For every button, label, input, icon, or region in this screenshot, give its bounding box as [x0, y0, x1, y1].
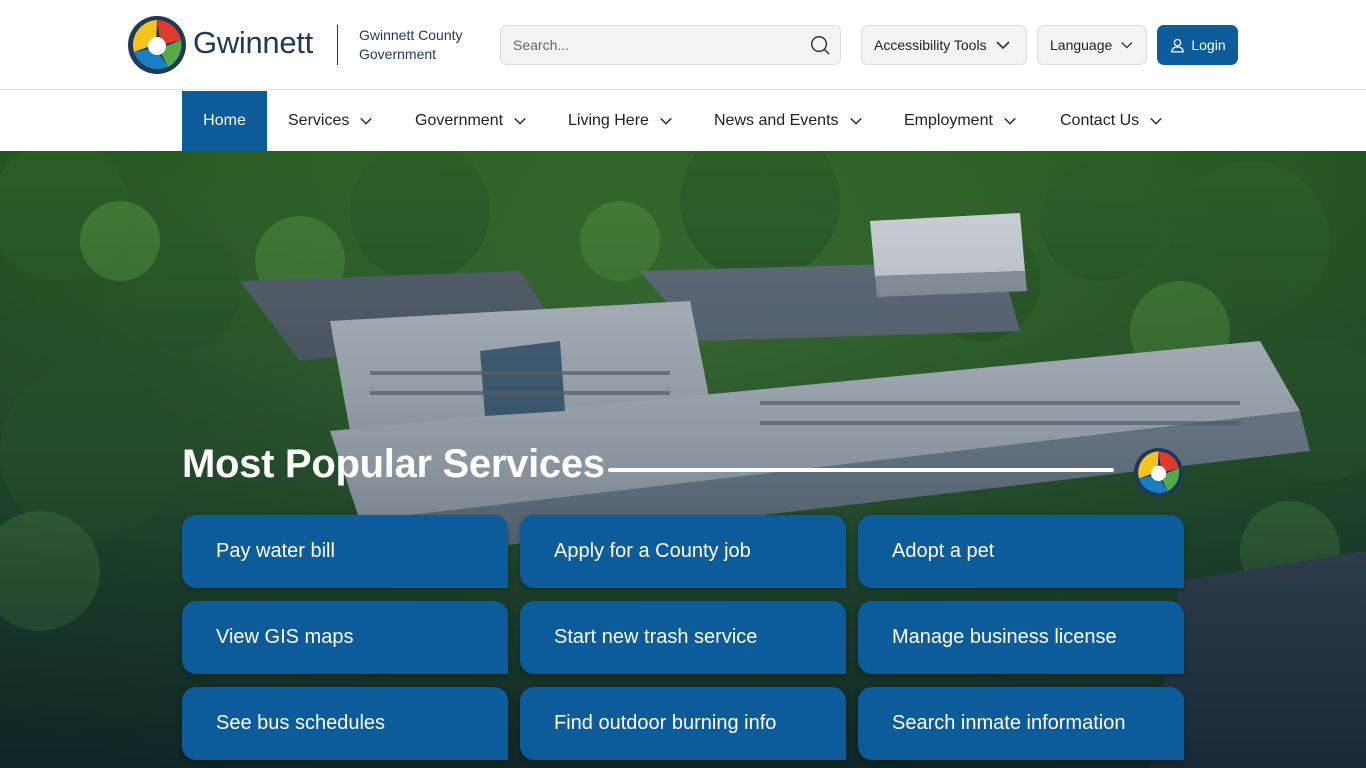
- service-tile-apply-county-job[interactable]: Apply for a County job: [520, 515, 846, 588]
- brand-subtitle: Gwinnett County Government: [359, 26, 463, 64]
- nav-item-news-and-events[interactable]: News and Events: [714, 91, 863, 151]
- nav-label: Living Here: [568, 112, 649, 129]
- brand-subtitle-line2: Government: [359, 46, 437, 62]
- language-label: Language: [1050, 37, 1113, 53]
- gwinnett-logo[interactable]: [128, 16, 186, 74]
- nav-label: Services: [288, 112, 350, 129]
- chevron-down-icon: [849, 117, 862, 125]
- brand-divider: [337, 25, 338, 65]
- service-tile-pay-water-bill[interactable]: Pay water bill: [182, 515, 508, 588]
- hero-section: Most Popular Services Pay water bill App…: [0, 151, 1366, 768]
- service-tile-outdoor-burning[interactable]: Find outdoor burning info: [520, 687, 846, 760]
- nav-item-government[interactable]: Government: [415, 91, 527, 151]
- chevron-down-icon: [360, 117, 373, 125]
- heading-rule: [608, 468, 1114, 472]
- chevron-down-icon: [995, 41, 1010, 50]
- nav-item-services[interactable]: Services: [288, 91, 373, 151]
- main-nav: Home Services Government Living Here New…: [0, 91, 1366, 151]
- chevron-down-icon: [660, 117, 672, 125]
- nav-label: Contact Us: [1060, 112, 1140, 129]
- chevron-down-icon: [1004, 117, 1016, 125]
- brand-subtitle-line1: Gwinnett County: [359, 27, 463, 43]
- site-header: Gwinnett Gwinnett County Government Acce…: [0, 0, 1366, 90]
- language-button[interactable]: Language: [1037, 25, 1147, 65]
- chevron-down-icon: [1121, 41, 1133, 49]
- login-label: Login: [1191, 37, 1226, 53]
- service-tile-inmate-search[interactable]: Search inmate information: [858, 687, 1184, 760]
- search-input[interactable]: [513, 26, 793, 64]
- chevron-down-icon: [1150, 117, 1162, 125]
- service-tile-adopt-pet[interactable]: Adopt a pet: [858, 515, 1184, 588]
- service-tile-manage-business-license[interactable]: Manage business license: [858, 601, 1184, 674]
- most-popular-services-heading: Most Popular Services: [182, 442, 605, 486]
- nav-item-home[interactable]: Home: [182, 91, 267, 151]
- nav-label: Home: [203, 112, 246, 129]
- accessibility-tools-label: Accessibility Tools: [874, 37, 987, 53]
- nav-item-employment[interactable]: Employment: [904, 91, 1017, 151]
- service-tile-view-gis-maps[interactable]: View GIS maps: [182, 601, 508, 674]
- chevron-down-icon: [514, 117, 526, 125]
- login-button[interactable]: Login: [1157, 25, 1238, 65]
- nav-label: Government: [415, 112, 504, 129]
- gwinnett-logo-mark: [1134, 448, 1183, 497]
- nav-item-living-here[interactable]: Living Here: [568, 91, 673, 151]
- service-tile-bus-schedules[interactable]: See bus schedules: [182, 687, 508, 760]
- user-icon: [1171, 38, 1185, 53]
- nav-label: News and Events: [714, 112, 839, 129]
- accessibility-tools-button[interactable]: Accessibility Tools: [861, 25, 1027, 65]
- nav-item-contact-us[interactable]: Contact Us: [1060, 91, 1163, 151]
- service-tile-start-trash-service[interactable]: Start new trash service: [520, 601, 846, 674]
- brand-wordmark[interactable]: Gwinnett: [193, 25, 313, 61]
- search-box: [500, 25, 841, 65]
- search-icon[interactable]: [809, 34, 831, 56]
- nav-label: Employment: [904, 112, 993, 129]
